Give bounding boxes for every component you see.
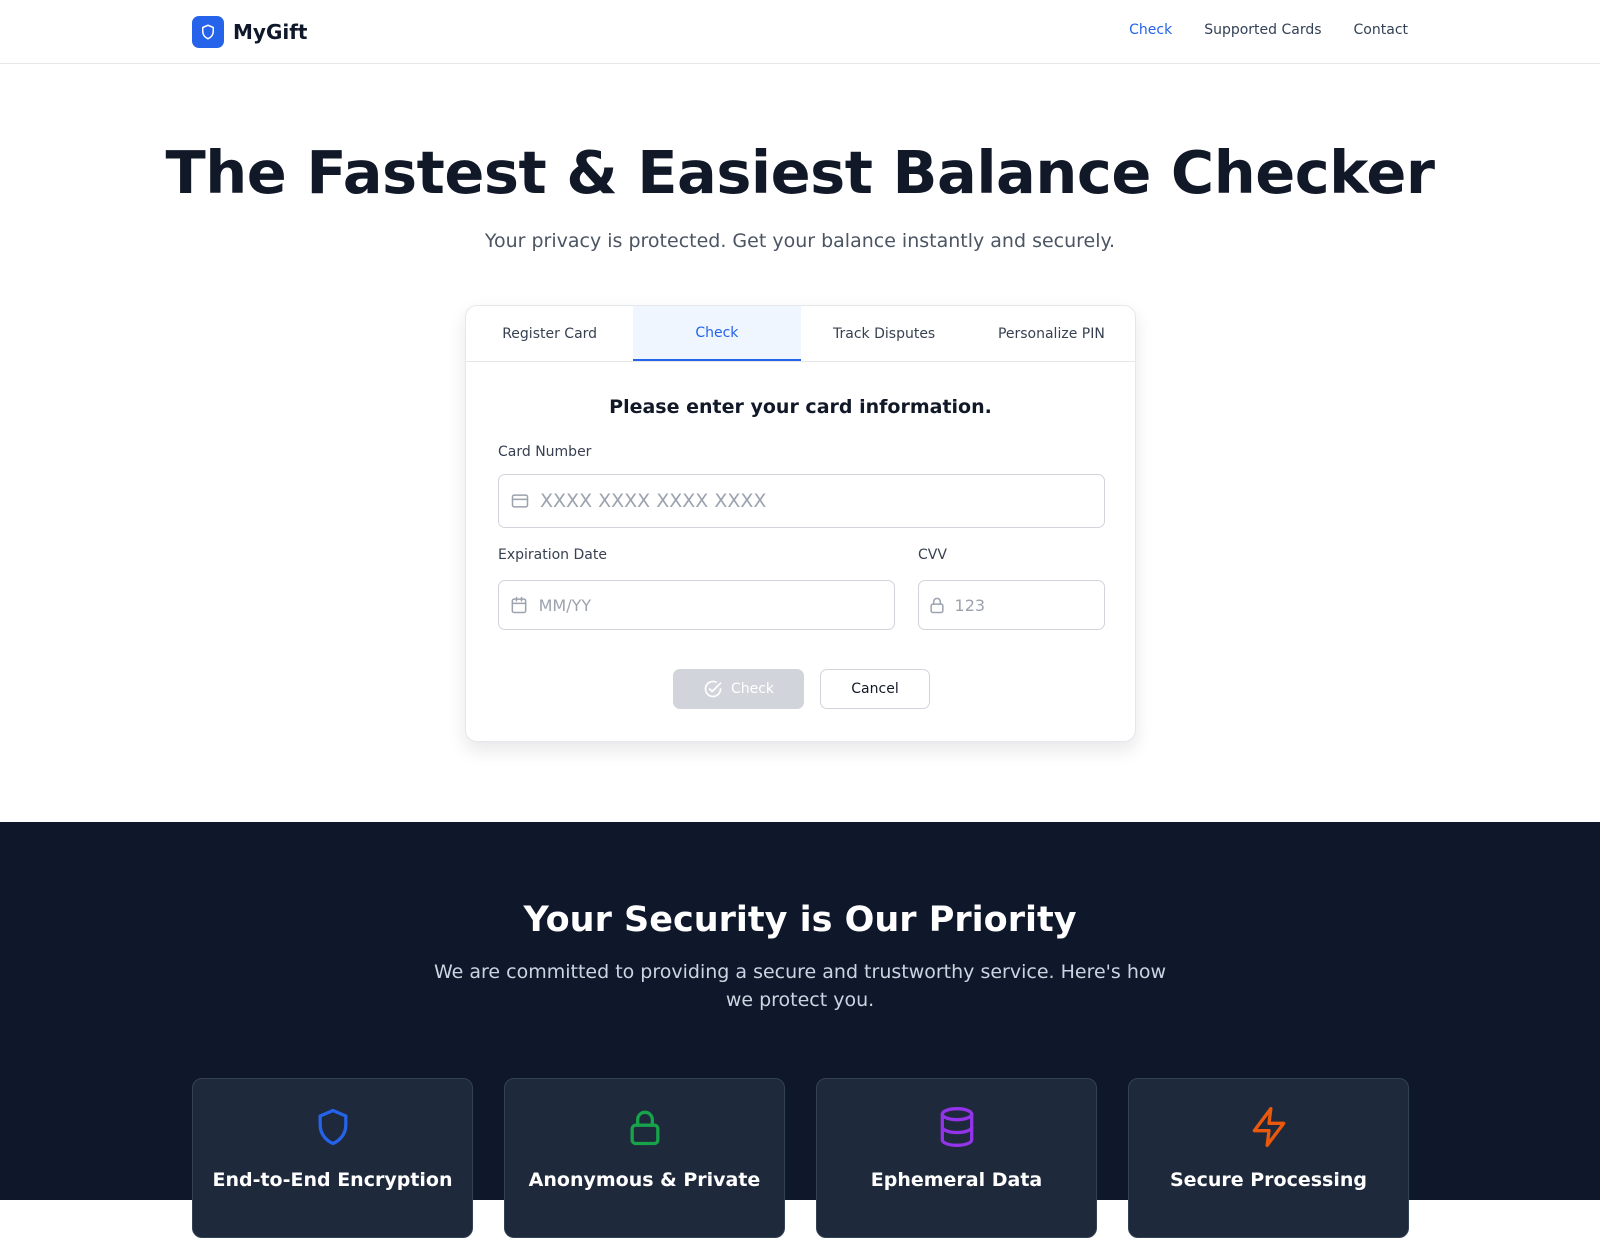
site-header: MyGift Check Supported Cards Contact xyxy=(0,0,1600,64)
nav-contact[interactable]: Contact xyxy=(1354,22,1408,38)
calendar-icon xyxy=(499,595,539,615)
shield-icon xyxy=(192,16,224,48)
lightning-icon xyxy=(1129,1105,1408,1149)
card-number-field xyxy=(498,474,1105,528)
database-icon xyxy=(817,1105,1096,1149)
feature-card-encryption: End-to-End Encryption xyxy=(192,1078,473,1238)
cvv-label: CVV xyxy=(918,547,947,563)
cvv-field xyxy=(918,580,1105,630)
card-form: Please enter your card information. xyxy=(466,396,1135,418)
tab-personalize-pin[interactable]: Personalize PIN xyxy=(968,306,1135,361)
tab-register-card[interactable]: Register Card xyxy=(466,306,633,361)
feature-card-anonymous: Anonymous & Private xyxy=(504,1078,785,1238)
hero-subtitle: Your privacy is protected. Get your bala… xyxy=(484,230,1116,252)
check-button-label: Check xyxy=(730,681,775,697)
expiration-date-field xyxy=(498,580,895,630)
feature-card-ephemeral: Ephemeral Data xyxy=(816,1078,1097,1238)
shield-icon xyxy=(193,1105,472,1149)
tab-track-disputes[interactable]: Track Disputes xyxy=(801,306,968,361)
nav-supported-cards[interactable]: Supported Cards xyxy=(1204,22,1321,38)
security-title: Your Security is Our Priority xyxy=(523,900,1077,940)
lock-icon xyxy=(919,595,955,615)
card-number-label: Card Number xyxy=(498,444,592,460)
logo-text: MyGift xyxy=(233,20,308,44)
card-number-input[interactable] xyxy=(540,490,1104,512)
lock-icon xyxy=(505,1105,784,1149)
cvv-input[interactable] xyxy=(954,595,1104,615)
logo[interactable]: MyGift xyxy=(192,16,307,48)
form-title: Please enter your card information. xyxy=(609,396,992,418)
feature-title: Ephemeral Data xyxy=(870,1169,1043,1191)
check-button[interactable]: Check xyxy=(673,669,804,709)
check-circle-icon xyxy=(703,679,723,699)
feature-card-secure-processing: Secure Processing xyxy=(1128,1078,1409,1238)
security-subtitle: We are committed to providing a secure a… xyxy=(433,961,1167,1011)
card-tabs: Register Card Check Track Disputes Perso… xyxy=(466,306,1135,362)
tab-check[interactable]: Check xyxy=(633,306,801,361)
hero-title: The Fastest & Easiest Balance Checker xyxy=(165,138,1435,207)
security-section: Your Security is Our Priority We are com… xyxy=(0,822,1600,1238)
nav-check[interactable]: Check xyxy=(1129,22,1172,38)
feature-title: End-to-End Encryption xyxy=(212,1169,453,1191)
balance-check-card: Register Card Check Track Disputes Perso… xyxy=(465,305,1136,742)
expiration-date-label: Expiration Date xyxy=(498,547,607,563)
expiration-date-input[interactable] xyxy=(538,595,894,615)
feature-title: Anonymous & Private xyxy=(528,1169,761,1191)
main-nav: Check Supported Cards Contact xyxy=(1129,22,1408,38)
feature-title: Secure Processing xyxy=(1170,1169,1367,1191)
credit-card-icon xyxy=(499,491,540,511)
cancel-button[interactable]: Cancel xyxy=(820,669,930,709)
